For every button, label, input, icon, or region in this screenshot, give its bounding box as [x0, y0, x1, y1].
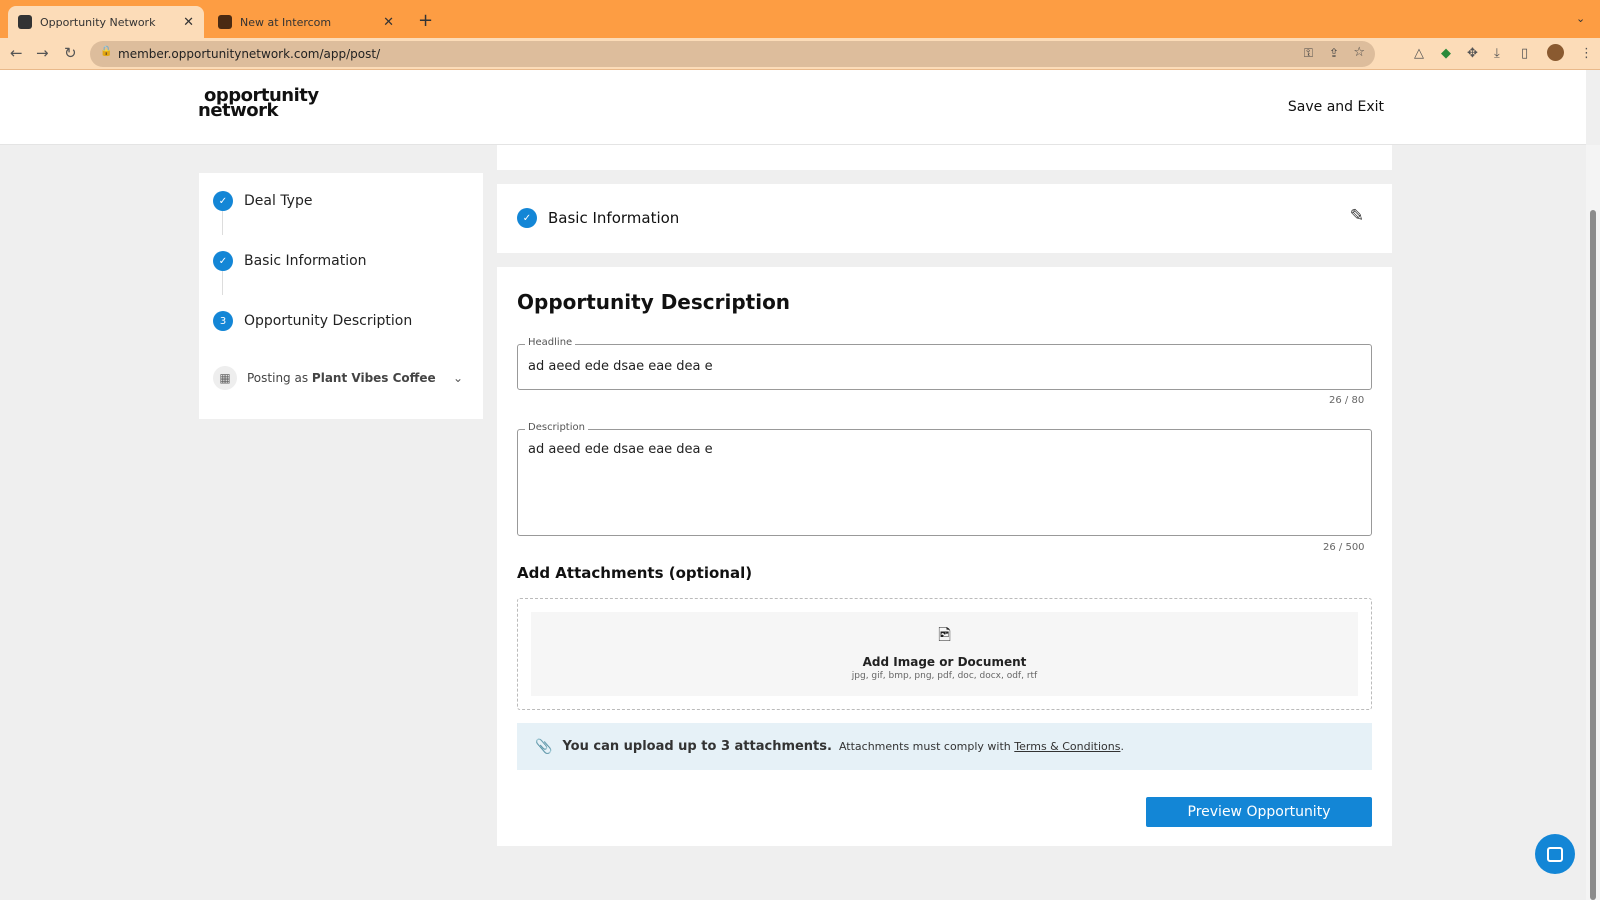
site-header: opportunity network Save and Exit — [0, 70, 1586, 145]
terms-link[interactable]: Terms & Conditions — [1014, 740, 1120, 753]
chat-icon — [1547, 846, 1563, 862]
form-title: Opportunity Description — [517, 290, 791, 314]
posting-company: Plant Vibes Coffee — [311, 371, 436, 385]
step-number: 3 — [213, 311, 233, 331]
download-icon[interactable]: ⤓ — [1494, 46, 1500, 61]
step-label: Opportunity Description — [244, 313, 413, 329]
description-char-count: 26 / 500 — [1323, 542, 1365, 553]
browser-tab-bar: Opportunity Network ✕ New at Intercom ✕ + … — [0, 0, 1600, 38]
info-end: . — [1120, 740, 1124, 753]
url-text: member.opportunitynetwork.com/app/post/ — [118, 47, 381, 61]
paperclip-icon: 📎 — [535, 738, 553, 755]
upload-dropzone[interactable]: 🖻 Add Image or Document jpg, gif, bmp, p… — [517, 598, 1372, 710]
puzzle-extensions-icon[interactable]: ✥ — [1467, 46, 1478, 61]
intercom-chat-button[interactable] — [1535, 834, 1575, 874]
extension-icon[interactable]: ◆ — [1441, 46, 1451, 61]
description-label: Description — [525, 422, 588, 433]
upload-title: Add Image or Document — [862, 655, 1027, 669]
check-icon: ✓ — [213, 251, 233, 271]
chevron-down-icon: ⌄ — [452, 371, 463, 385]
step-label: Basic Information — [244, 253, 367, 269]
info-text: Attachments must comply with — [838, 740, 1011, 753]
logo[interactable]: opportunity network — [198, 87, 319, 120]
headline-label: Headline — [525, 337, 576, 348]
lock-icon: 🔒 — [100, 46, 113, 57]
tab-search-chevron-icon[interactable]: ⌄ — [1576, 12, 1585, 25]
attachments-info-banner: 📎 You can upload up to 3 attachments. At… — [517, 723, 1372, 770]
side-panel-icon[interactable]: ▯ — [1521, 46, 1528, 61]
tab-opportunity-network[interactable]: Opportunity Network ✕ — [8, 6, 204, 38]
scrollbar-thumb[interactable] — [1590, 210, 1596, 900]
tab-intercom[interactable]: New at Intercom ✕ — [208, 6, 404, 38]
attachments-title: Add Attachments (optional) — [517, 564, 753, 582]
tab-title: New at Intercom — [240, 15, 332, 29]
file-image-icon: 🖻 — [938, 625, 951, 644]
steps-sidebar: ✓ Deal Type ✓ Basic Information 3 Opportuni… — [199, 173, 483, 419]
save-and-exit-button[interactable]: Save and Exit — [1288, 99, 1384, 115]
back-icon[interactable]: ← — [10, 44, 23, 62]
basic-information-card: ✓ Basic Information ✎ — [497, 184, 1392, 253]
description-textarea[interactable]: Description ad aeed ede dsae eae dea e — [517, 422, 1372, 536]
step-deal-type[interactable]: ✓ Deal Type — [213, 191, 312, 211]
tab-title: Opportunity Network — [40, 15, 156, 29]
favicon-icon — [18, 15, 32, 29]
edit-pencil-icon[interactable]: ✎ — [1350, 206, 1364, 226]
previous-section-card — [497, 145, 1392, 170]
description-value: ad aeed ede dsae eae dea e — [528, 442, 713, 457]
posting-prefix: Posting as — [247, 371, 309, 385]
forward-icon[interactable]: → — [36, 44, 49, 62]
section-title: Basic Information — [548, 209, 680, 227]
drive-icon[interactable]: △ — [1414, 46, 1424, 61]
step-opportunity-description[interactable]: 3 Opportunity Description — [213, 311, 412, 331]
profile-avatar[interactable] — [1547, 44, 1564, 61]
close-tab-icon[interactable]: ✕ — [383, 15, 394, 30]
headline-input[interactable]: Headline ad aeed ede dsae eae dea e — [517, 337, 1372, 390]
check-icon: ✓ — [213, 191, 233, 211]
upload-formats: jpg, gif, bmp, png, pdf, doc, docx, odf,… — [851, 671, 1038, 681]
close-tab-icon[interactable]: ✕ — [183, 15, 194, 30]
browser-toolbar: ← → ↻ 🔒 member.opportunitynetwork.com/app… — [0, 38, 1600, 70]
new-tab-icon[interactable]: + — [418, 10, 433, 31]
address-bar[interactable]: 🔒 member.opportunitynetwork.com/app/post/… — [90, 41, 1375, 67]
page-scrollbar[interactable] — [1586, 145, 1600, 900]
bookmark-star-icon[interactable]: ☆ — [1353, 45, 1365, 60]
headline-char-count: 26 / 80 — [1329, 395, 1365, 406]
menu-kebab-icon[interactable]: ⋮ — [1580, 46, 1593, 61]
favicon-icon — [218, 15, 232, 29]
check-icon: ✓ — [517, 208, 537, 228]
step-connector — [222, 271, 223, 295]
headline-value: ad aeed ede dsae eae dea e — [528, 359, 713, 374]
preview-opportunity-button[interactable]: Preview Opportunity — [1146, 797, 1372, 827]
key-icon[interactable]: ⚿ — [1304, 46, 1313, 61]
step-basic-information[interactable]: ✓ Basic Information — [213, 251, 367, 271]
building-icon: ▦ — [213, 366, 237, 390]
step-connector — [222, 211, 223, 235]
share-icon[interactable]: ⇪ — [1329, 46, 1339, 60]
info-bold: You can upload up to 3 attachments. — [562, 739, 832, 754]
reload-icon[interactable]: ↻ — [64, 44, 77, 62]
step-label: Deal Type — [244, 193, 313, 209]
posting-as-selector[interactable]: ▦ Posting as Plant Vibes Coffee ⌄ — [213, 366, 463, 390]
